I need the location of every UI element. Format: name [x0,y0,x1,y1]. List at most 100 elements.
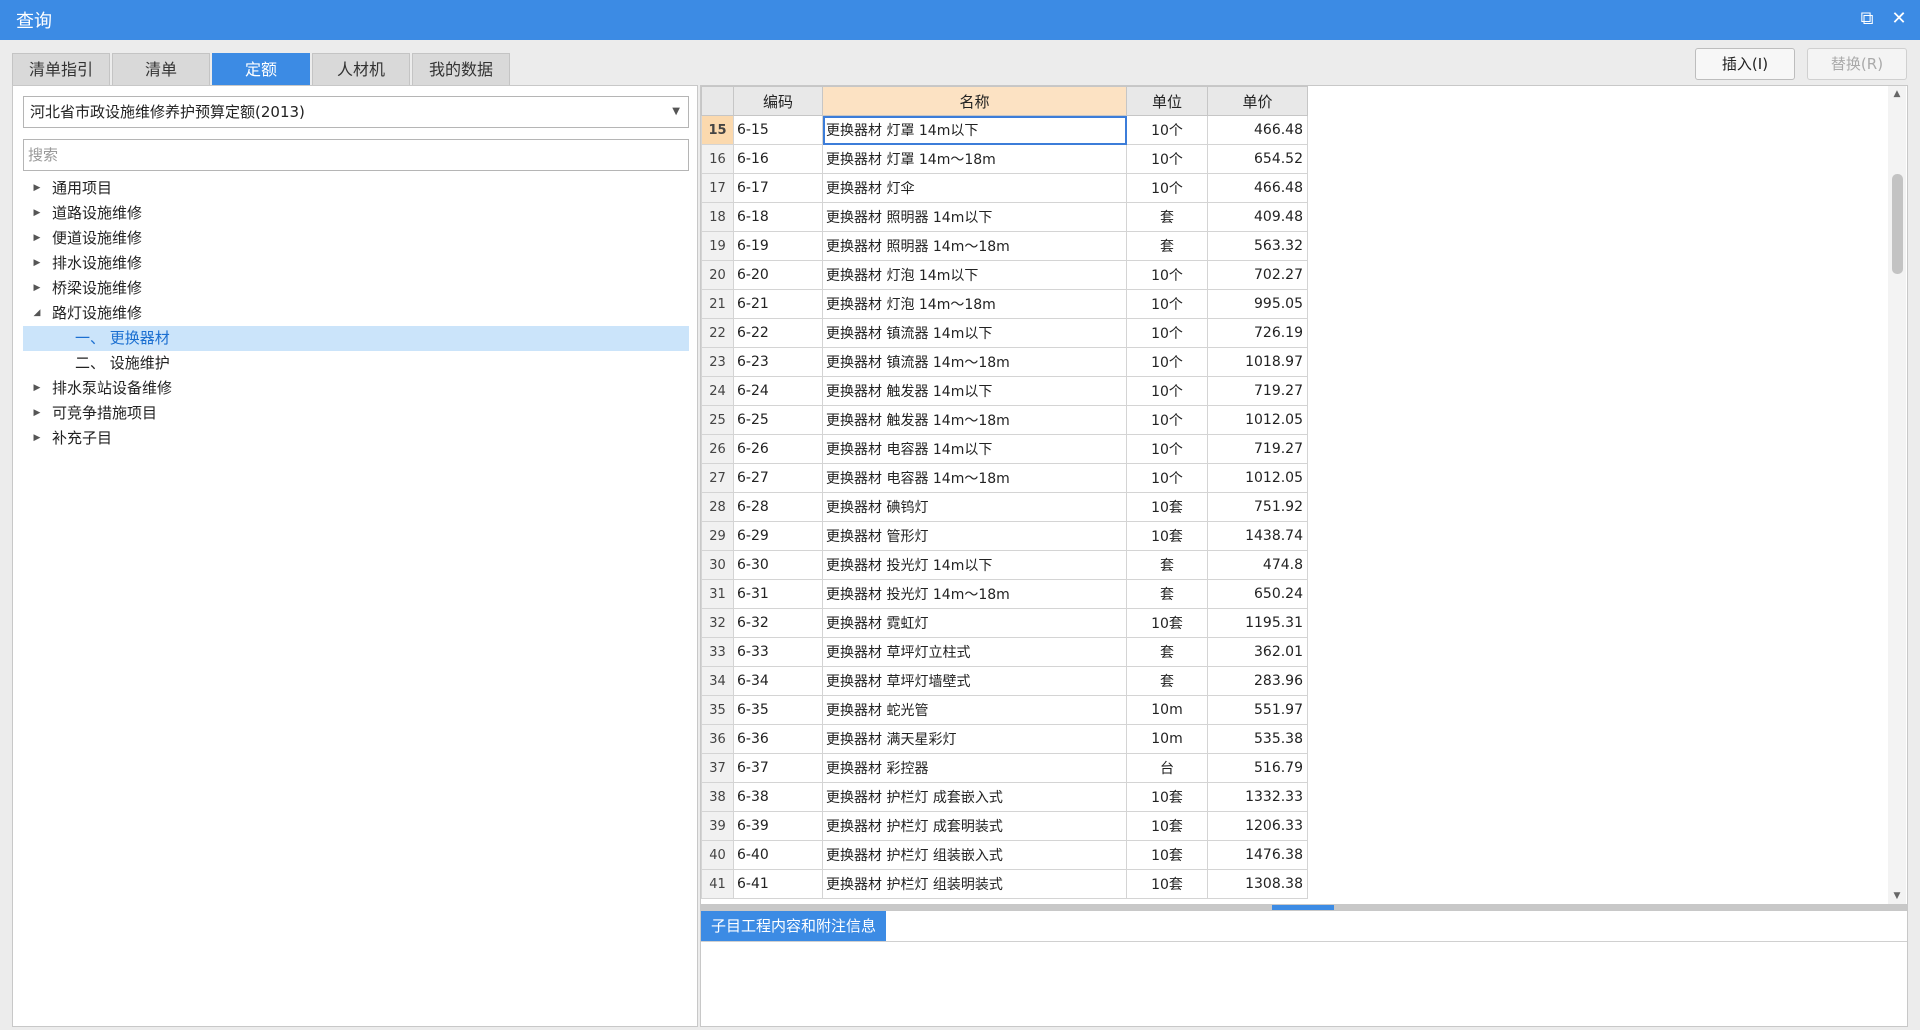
row-number[interactable]: 27 [701,463,734,493]
code-cell[interactable]: 6-34 [733,666,823,696]
row-number[interactable]: 31 [701,579,734,609]
row-number[interactable]: 21 [701,289,734,319]
code-cell[interactable]: 6-25 [733,405,823,435]
unit-cell[interactable]: 10套 [1126,492,1208,522]
name-cell[interactable]: 更换器材 灯罩 14m～18m [822,144,1127,174]
tree-node-drainage[interactable]: ▶ 排水设施维修 [23,251,689,276]
row-number[interactable]: 15 [701,115,734,145]
row-number[interactable]: 17 [701,173,734,203]
price-cell[interactable]: 702.27 [1207,260,1308,290]
name-cell[interactable]: 更换器材 满天星彩灯 [822,724,1127,754]
tree-node-pump-station[interactable]: ▶ 排水泵站设备维修 [23,376,689,401]
row-number[interactable]: 38 [701,782,734,812]
code-cell[interactable]: 6-28 [733,492,823,522]
code-cell[interactable]: 6-33 [733,637,823,667]
code-cell[interactable]: 6-22 [733,318,823,348]
price-cell[interactable]: 719.27 [1207,376,1308,406]
row-number[interactable]: 18 [701,202,734,232]
price-cell[interactable]: 1195.31 [1207,608,1308,638]
name-cell[interactable]: 更换器材 霓虹灯 [822,608,1127,638]
name-cell[interactable]: 更换器材 触发器 14m以下 [822,376,1127,406]
tree-node-road[interactable]: ▶ 道路设施维修 [23,201,689,226]
price-cell[interactable]: 1012.05 [1207,463,1308,493]
unit-cell[interactable]: 10套 [1126,840,1208,870]
name-cell[interactable]: 更换器材 镇流器 14m～18m [822,347,1127,377]
code-cell[interactable]: 6-39 [733,811,823,841]
code-cell[interactable]: 6-18 [733,202,823,232]
table-row[interactable]: 35 6-35 更换器材 蛇光管 10m 551.97 [701,695,1308,725]
row-number[interactable]: 25 [701,405,734,435]
tree-node-facility-maintenance[interactable]: 二、 设施维护 [23,351,689,376]
unit-cell[interactable]: 10m [1126,695,1208,725]
price-cell[interactable]: 751.92 [1207,492,1308,522]
table-row[interactable]: 32 6-32 更换器材 霓虹灯 10套 1195.31 [701,608,1308,638]
unit-cell[interactable]: 10个 [1126,318,1208,348]
unit-cell[interactable]: 10个 [1126,144,1208,174]
table-row[interactable]: 26 6-26 更换器材 电容器 14m以下 10个 719.27 [701,434,1308,464]
price-cell[interactable]: 466.48 [1207,173,1308,203]
price-cell[interactable]: 719.27 [1207,434,1308,464]
code-cell[interactable]: 6-27 [733,463,823,493]
scroll-up-icon[interactable]: ▲ [1888,86,1906,102]
code-cell[interactable]: 6-32 [733,608,823,638]
table-row[interactable]: 16 6-16 更换器材 灯罩 14m～18m 10个 654.52 [701,144,1308,174]
table-row[interactable]: 34 6-34 更换器材 草坪灯墙壁式套 283.96 [701,666,1308,696]
table-row[interactable]: 29 6-29 更换器材 管形灯 10套 1438.74 [701,521,1308,551]
row-number[interactable]: 33 [701,637,734,667]
tab-detail-info[interactable]: 子目工程内容和附注信息 [701,911,887,941]
tree-node-sidewalk[interactable]: ▶ 便道设施维修 [23,226,689,251]
unit-cell[interactable]: 10个 [1126,347,1208,377]
expand-arrow-icon[interactable]: ▶ [31,201,43,226]
search-input[interactable]: 搜索 [23,139,689,171]
name-cell[interactable]: 更换器材 电容器 14m以下 [822,434,1127,464]
name-cell[interactable]: 更换器材 护栏灯 组装明装式 [822,869,1127,899]
table-row[interactable]: 40 6-40 更换器材 护栏灯 组装嵌入式 10套 1476.38 [701,840,1308,870]
quota-library-select[interactable]: 河北省市政设施维修养护预算定额(2013) ▼ [23,96,689,128]
code-cell[interactable]: 6-35 [733,695,823,725]
unit-cell[interactable]: 10个 [1126,115,1208,145]
unit-cell[interactable]: 套 [1126,550,1208,580]
expand-arrow-icon[interactable]: ▶ [31,176,43,201]
name-header[interactable]: 名称 [822,86,1127,116]
code-cell[interactable]: 6-36 [733,724,823,754]
unit-cell[interactable]: 套 [1126,637,1208,667]
name-cell[interactable]: 更换器材 护栏灯 组装嵌入式 [822,840,1127,870]
row-number[interactable]: 28 [701,492,734,522]
row-number[interactable]: 37 [701,753,734,783]
tab-labor-material-machine[interactable]: 人材机 [312,53,410,85]
row-number[interactable]: 39 [701,811,734,841]
unit-cell[interactable]: 10个 [1126,376,1208,406]
code-cell[interactable]: 6-26 [733,434,823,464]
expand-arrow-icon[interactable]: ▶ [31,426,43,451]
expand-arrow-icon[interactable]: ▶ [31,401,43,426]
name-cell[interactable]: 更换器材 灯罩 14m以下 [822,115,1127,145]
table-row[interactable]: 39 6-39 更换器材 护栏灯 成套明装式 10套 1206.33 [701,811,1308,841]
code-cell[interactable]: 6-31 [733,579,823,609]
table-row[interactable]: 38 6-38 更换器材 护栏灯 成套嵌入式 10套 1332.33 [701,782,1308,812]
price-cell[interactable]: 535.38 [1207,724,1308,754]
row-number[interactable]: 30 [701,550,734,580]
table-row[interactable]: 30 6-30 更换器材 投光灯 14m以下套 474.8 [701,550,1308,580]
name-cell[interactable]: 更换器材 草坪灯立柱式 [822,637,1127,667]
unit-cell[interactable]: 套 [1126,579,1208,609]
price-cell[interactable]: 409.48 [1207,202,1308,232]
name-cell[interactable]: 更换器材 灯伞 [822,173,1127,203]
price-cell[interactable]: 1332.33 [1207,782,1308,812]
unit-cell[interactable]: 套 [1126,231,1208,261]
price-cell[interactable]: 650.24 [1207,579,1308,609]
price-cell[interactable]: 466.48 [1207,115,1308,145]
unit-cell[interactable]: 10个 [1126,260,1208,290]
scroll-down-icon[interactable]: ▼ [1888,888,1906,904]
code-header[interactable]: 编码 [733,86,823,116]
price-cell[interactable]: 1308.38 [1207,869,1308,899]
name-cell[interactable]: 更换器材 蛇光管 [822,695,1127,725]
table-row[interactable]: 36 6-36 更换器材 满天星彩灯 10m 535.38 [701,724,1308,754]
tab-bill[interactable]: 清单 [112,53,210,85]
tree-node-general[interactable]: ▶ 通用项目 [23,176,689,201]
name-cell[interactable]: 更换器材 投光灯 14m～18m [822,579,1127,609]
name-cell[interactable]: 更换器材 照明器 14m以下 [822,202,1127,232]
price-cell[interactable]: 1476.38 [1207,840,1308,870]
row-number[interactable]: 20 [701,260,734,290]
price-cell[interactable]: 551.97 [1207,695,1308,725]
tab-list-guide[interactable]: 清单指引 [12,53,110,85]
